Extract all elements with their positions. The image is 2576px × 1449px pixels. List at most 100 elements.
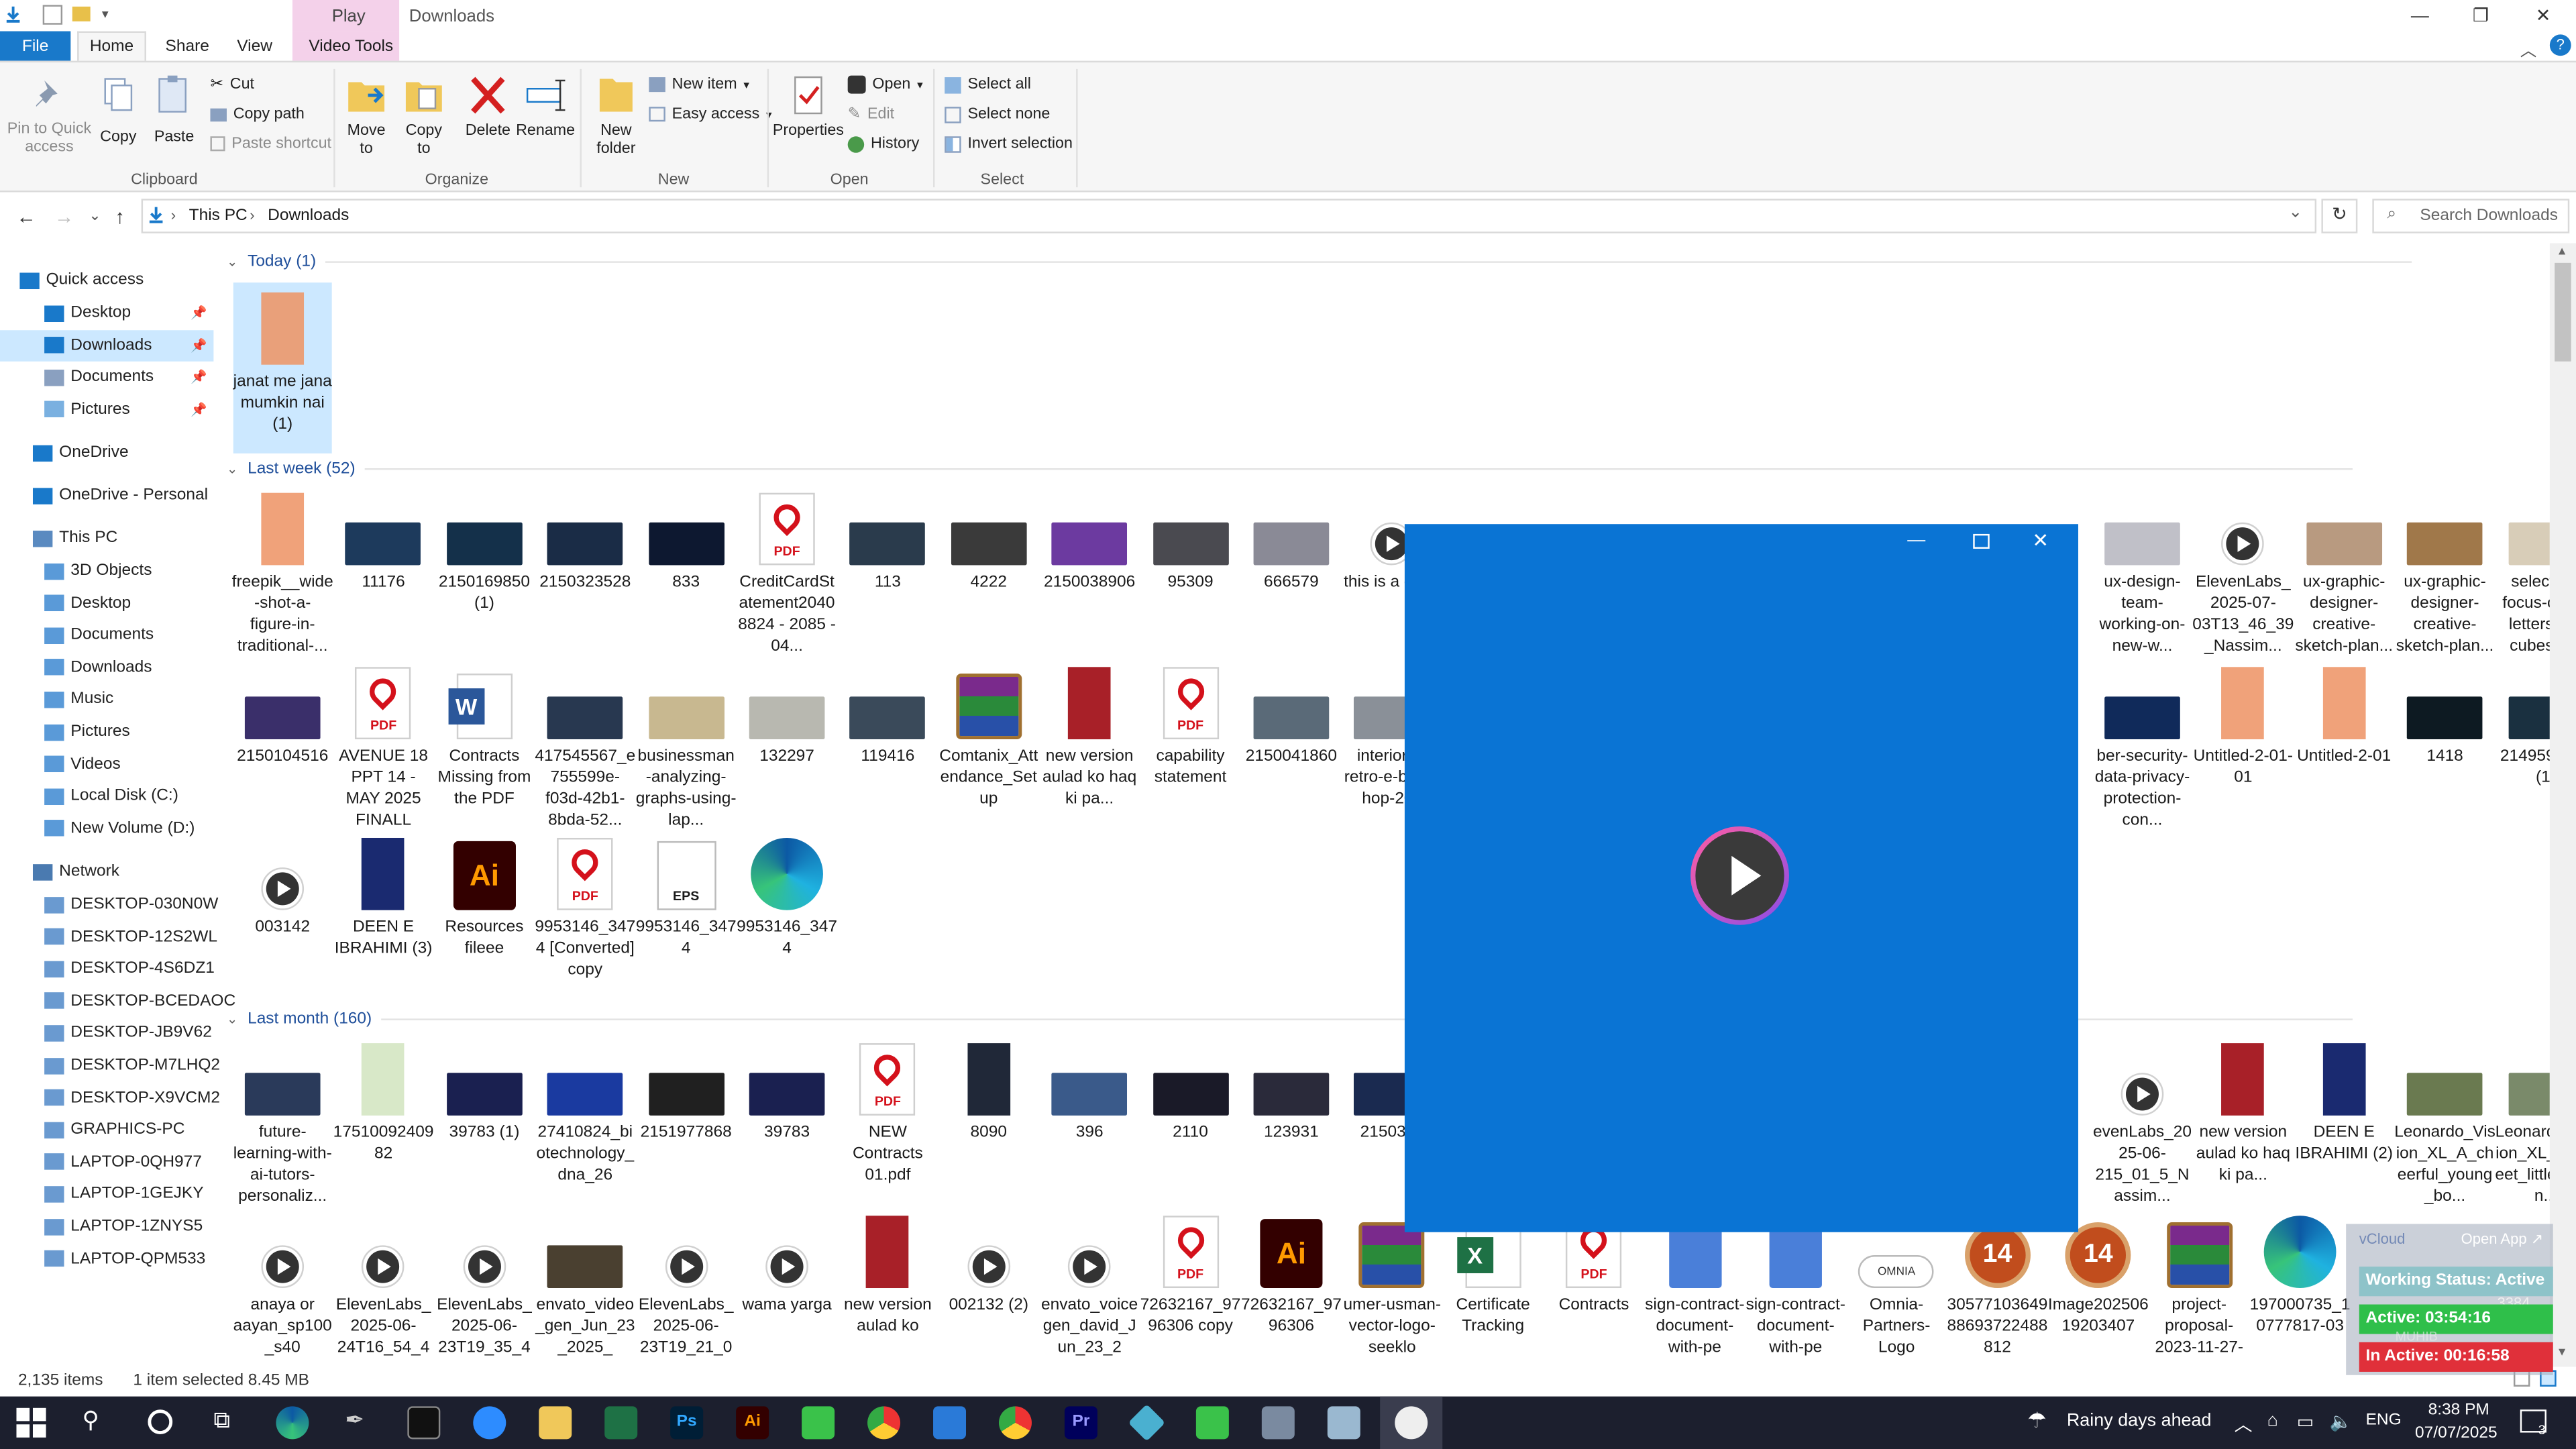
sidebar-item-downloads[interactable]: Downloads 📌 [0, 329, 214, 361]
file-item[interactable]: PDF 9953146_3474 [Converted] copy [535, 835, 635, 981]
file-item[interactable]: new version aulad ko haq ki pa... [2194, 1040, 2292, 1186]
sidebar-item-local-disk-c-[interactable]: Local Disk (C:) [0, 781, 213, 812]
file-item[interactable]: 27410824_biotechnology_dna_26 [536, 1040, 635, 1186]
file-item[interactable]: Leonardo_Vision_XL_A_sweet_little_girl_n… [2495, 1040, 2550, 1208]
edge-taskbar-icon[interactable] [276, 1406, 309, 1440]
search-input[interactable]: ⌕ Search Downloads [2372, 199, 2570, 233]
sidebar-network[interactable]: Network [0, 856, 213, 888]
file-item[interactable]: janat me jana mumkin nai (1) [233, 282, 332, 453]
illustrator-icon[interactable]: Ai [736, 1406, 769, 1440]
file-item[interactable]: 4222 [939, 490, 1038, 593]
file-item[interactable]: Untitled-2-01 [2295, 663, 2394, 767]
file-item[interactable]: 11176 [334, 490, 433, 593]
pin-quick-access-button[interactable]: Pin to Quick access [7, 76, 92, 156]
clock-time[interactable]: 8:38 PM [2428, 1401, 2489, 1419]
back-arrow-icon[interactable]: ← [16, 205, 36, 228]
folder-qa-icon[interactable] [72, 6, 91, 21]
file-item[interactable]: 2150038906 [1040, 490, 1139, 593]
file-item[interactable]: Ai 72632167_9796306 [1241, 1212, 1342, 1337]
file-item[interactable]: DEEN E IBRAHIMI (2) [2295, 1040, 2394, 1165]
file-item[interactable]: future-learning-with-ai-tutors-personali… [233, 1040, 332, 1208]
start-windows-icon[interactable] [16, 1407, 46, 1438]
properties-button[interactable]: Properties [773, 72, 844, 140]
properties-qa-icon[interactable] [42, 5, 63, 25]
file-item[interactable]: PDF NEW Contracts 01.pdf [839, 1040, 937, 1186]
file-item[interactable]: OMNIA Omnia-Partners-Logo [1847, 1212, 1946, 1358]
app-green-2-icon[interactable] [1195, 1406, 1229, 1440]
file-item[interactable]: 123931 [1242, 1040, 1340, 1143]
file-item[interactable]: 197000735_10777817-03 [2250, 1212, 2351, 1337]
photoshop-icon[interactable]: Ps [670, 1406, 704, 1440]
pen-tool-icon[interactable]: ✒ [345, 1406, 364, 1434]
refresh-button[interactable]: ↻ [2321, 199, 2358, 233]
help-icon[interactable]: ? [2549, 34, 2571, 56]
file-item[interactable]: 2150104516 [233, 663, 332, 767]
file-item[interactable]: 8090 [939, 1040, 1038, 1143]
file-item[interactable]: 2150041860 [1242, 663, 1340, 767]
file-item[interactable]: 1418 [2396, 663, 2494, 767]
sidebar-network-laptop-0qh977[interactable]: LAPTOP-0QH977 [0, 1146, 213, 1178]
select-all-button[interactable]: Select all [945, 76, 1031, 94]
file-item[interactable]: sign-contract-document-with-pe [1645, 1212, 1745, 1358]
paste-button[interactable]: Paste [151, 72, 197, 146]
file-item[interactable]: 2150323528 [536, 490, 635, 593]
excel-taskbar-icon[interactable] [604, 1406, 638, 1440]
file-item[interactable]: Untitled-2-01-01 [2194, 663, 2293, 788]
file-item[interactable]: 9953146_3474 [737, 835, 837, 959]
sidebar-item-pictures[interactable]: Pictures 📌 [0, 394, 213, 425]
file-item[interactable]: new version aulad ko haq ki pa... [1040, 663, 1139, 810]
file-item[interactable]: ElevenLabs_2025-07-03T13_46_39_Nassim... [2192, 490, 2294, 657]
vertical-scrollbar[interactable] [2549, 243, 2576, 1367]
tab-home[interactable]: Home [77, 31, 146, 61]
file-item[interactable]: businessman-analyzing-graphs-using-lap..… [636, 663, 737, 831]
tab-view[interactable]: View [230, 32, 279, 61]
history-button[interactable]: History [847, 135, 919, 153]
volume-icon[interactable]: 🔈 [2330, 1411, 2353, 1432]
qa-dropdown-icon[interactable]: ▾ [102, 7, 109, 21]
player-minimize-button[interactable]: — [1907, 531, 1925, 550]
sidebar-network-desktop-x9vcm2[interactable]: DESKTOP-X9VCM2 [0, 1082, 220, 1114]
file-item[interactable]: wama yarga [738, 1212, 837, 1316]
breadcrumb-downloads[interactable]: Downloads [268, 207, 349, 225]
calculator-icon[interactable] [1261, 1406, 1295, 1440]
sidebar-item-pictures[interactable]: Pictures [0, 716, 213, 748]
chrome-profile-icon[interactable] [998, 1406, 1032, 1440]
edit-button[interactable]: ✎ Edit [848, 105, 894, 123]
sidebar-item-3d-objects[interactable]: 3D Objects [0, 555, 213, 587]
sidebar-network-laptop-1znys5[interactable]: LAPTOP-1ZNYS5 [0, 1211, 213, 1242]
file-item[interactable]: Leonardo_Vision_XL_A_cheerful_young_bo..… [2394, 1040, 2496, 1208]
cortana-icon[interactable] [148, 1409, 173, 1434]
file-item[interactable]: PDF 72632167_9796306 copy [1140, 1212, 1240, 1337]
zoom-icon[interactable] [473, 1406, 506, 1440]
copy-button[interactable]: Copy [95, 76, 142, 146]
file-item[interactable]: 002132 (2) [939, 1212, 1038, 1316]
sidebar-quick-access[interactable]: Quick access [0, 264, 213, 296]
weather-icon[interactable]: ☂ [2027, 1408, 2047, 1434]
breadcrumb-this-pc[interactable]: This PC [189, 207, 248, 225]
file-item[interactable]: sign-contract-document-with-pe [1746, 1212, 1845, 1358]
downloads-icon[interactable] [3, 5, 23, 24]
group-today[interactable]: ⌄ Today (1) [227, 253, 2413, 271]
close-button[interactable]: ✕ [2514, 0, 2573, 32]
file-item[interactable]: project-proposal-2023-11-27-05- [2150, 1212, 2249, 1358]
file-item[interactable]: ElevenLabs_2025-06-23T19_35_4 [435, 1212, 533, 1358]
file-item[interactable]: 833 [637, 490, 735, 593]
play-button[interactable] [1690, 826, 1789, 925]
forward-arrow-icon[interactable]: → [54, 205, 74, 228]
tab-share[interactable]: Share [158, 32, 217, 61]
sidebar-item-documents[interactable]: Documents [0, 620, 213, 651]
rename-button[interactable]: Rename [516, 72, 575, 140]
file-item[interactable]: 417545567_e755599e-f03d-42b1-8bda-52... [535, 663, 635, 831]
file-item[interactable]: DEEN E IBRAHIMI (3) [334, 835, 433, 959]
select-none-button[interactable]: Select none [945, 105, 1050, 123]
scroll-up-icon[interactable]: ▲ [2557, 246, 2568, 258]
sidebar-this-pc[interactable]: This PC [0, 523, 213, 554]
network-tray-icon[interactable]: ⌂ [2267, 1411, 2278, 1431]
chrome-icon[interactable] [867, 1406, 901, 1440]
open-app-link[interactable]: Open App ↗ [2461, 1230, 2544, 1248]
file-item[interactable]: 2151977868 [637, 1040, 735, 1143]
file-item[interactable]: 003142 [233, 835, 332, 938]
file-item[interactable]: ux-design-team-working-on-new-w... [2093, 490, 2192, 657]
file-item[interactable]: PDF capability statement [1141, 663, 1240, 788]
sidebar-network-desktop-bcedaoc[interactable]: DESKTOP-BCEDAOC [0, 985, 235, 1017]
